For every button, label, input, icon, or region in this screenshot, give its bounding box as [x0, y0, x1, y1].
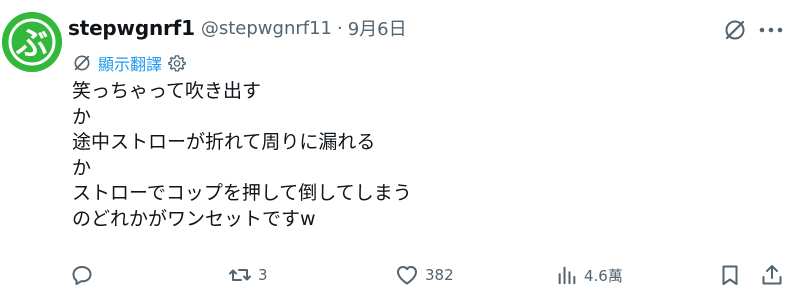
more-button[interactable] — [756, 17, 786, 43]
gear-icon — [168, 55, 186, 72]
header-separator: · — [337, 17, 343, 39]
show-translation-link[interactable]: 顯示翻譯 — [98, 51, 162, 75]
heart-icon — [397, 266, 417, 285]
share-button[interactable] — [760, 260, 784, 290]
retweet-icon — [229, 269, 251, 281]
tweet-date[interactable]: 9月6日 — [348, 15, 407, 41]
tweet-text-line: か — [72, 105, 92, 128]
grok-icon — [725, 20, 745, 40]
retweet-button[interactable]: 3 — [228, 260, 268, 290]
tweet-text-line: か — [72, 156, 92, 179]
tweet-text-line: ストローでコップを押して倒してしまう — [72, 182, 412, 205]
user-handle[interactable]: @stepwgnrf11 — [201, 18, 332, 39]
avatar-image: ぶ — [2, 12, 62, 72]
display-name[interactable]: stepwgnrf1 — [68, 16, 195, 40]
translate-icon — [74, 55, 90, 71]
like-count: 382 — [425, 266, 454, 284]
tweet-text-line: 笑っちゃって吹き出す — [72, 80, 262, 102]
retweet-count: 3 — [258, 266, 268, 284]
more-icon — [759, 27, 783, 33]
bookmark-button[interactable] — [718, 260, 742, 290]
tweet-header: stepwgnrf1 @stepwgnrf11 · 9月6日 — [68, 14, 407, 42]
tweet-actions: 3 382 4.6萬 — [70, 260, 788, 290]
bookmark-icon — [722, 265, 738, 285]
reply-icon — [72, 266, 92, 285]
avatar[interactable]: ぶ — [2, 12, 62, 72]
avatar-initial: ぶ — [15, 24, 48, 62]
tweet-text: 笑っちゃって吹き出す か 途中ストローが折れて周りに漏れる か ストローでコップ… — [72, 79, 412, 233]
views-icon — [558, 266, 576, 285]
translation-settings-button[interactable] — [168, 54, 186, 72]
reply-button[interactable] — [70, 260, 100, 290]
grok-button[interactable] — [722, 17, 748, 43]
views-count: 4.6萬 — [584, 266, 623, 285]
tweet-text-line: のどれかがワンセットですw — [72, 207, 316, 230]
views-button[interactable]: 4.6萬 — [556, 260, 623, 290]
like-button[interactable]: 382 — [395, 260, 454, 290]
tweet: ぶ stepwgnrf1 @stepwgnrf11 · 9月6日 顯示翻譯 笑っ… — [0, 0, 800, 303]
tweet-text-line: 途中ストローが折れて周りに漏れる — [72, 131, 376, 154]
translate-row: 顯示翻譯 — [72, 51, 186, 75]
share-icon — [762, 265, 782, 285]
